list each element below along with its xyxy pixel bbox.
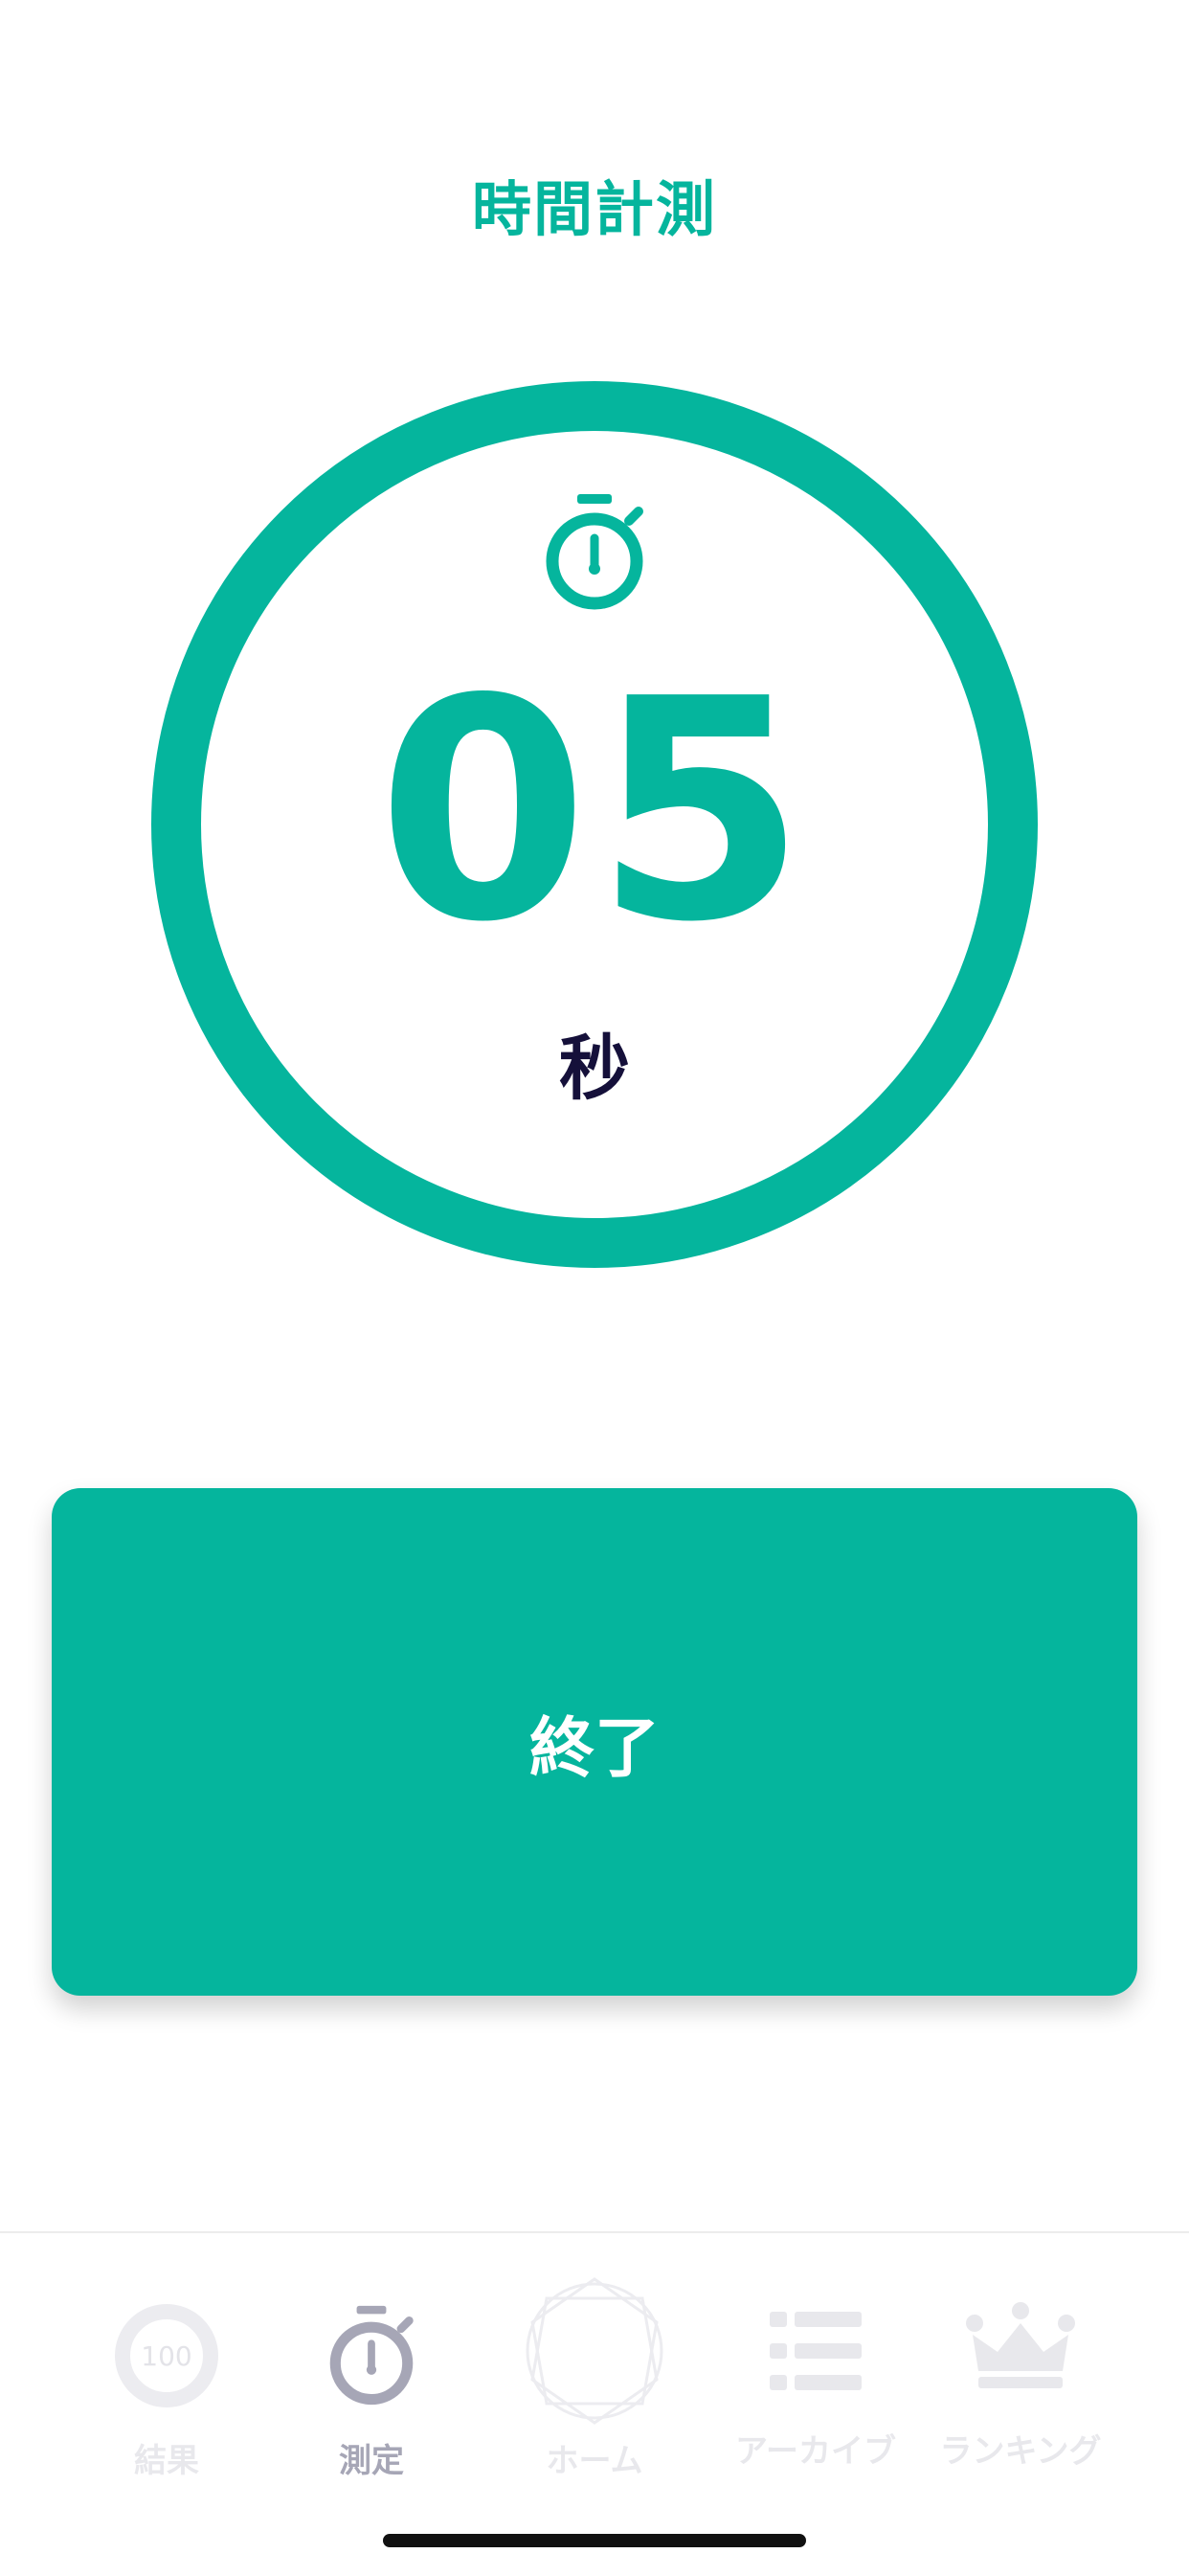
timer-unit-label: 秒: [559, 1028, 630, 1110]
tab-label-archive: アーカイブ: [735, 2432, 896, 2471]
page-title: 時間計測: [471, 174, 717, 244]
bottom-tab-bar: 100 結果 測定 ホーム アーカイブ ランキング: [0, 2231, 1189, 2576]
tab-label-ranking: ランキング: [939, 2432, 1102, 2471]
tab-measure[interactable]: 測定: [266, 2233, 477, 2520]
tab-results[interactable]: 100 結果: [61, 2233, 272, 2520]
stopwatch-icon: [546, 494, 643, 610]
tab-label-home: ホーム: [546, 2442, 643, 2480]
score-ring-icon: 100: [115, 2304, 218, 2407]
stopwatch-icon: [329, 2305, 414, 2406]
score-ring-text: 100: [141, 2340, 191, 2372]
tab-archive[interactable]: アーカイブ: [710, 2233, 921, 2520]
tab-label-measure: 測定: [339, 2442, 404, 2480]
end-button[interactable]: 終了: [52, 1488, 1137, 1996]
home-indicator: [383, 2534, 806, 2547]
list-icon: [770, 2312, 862, 2390]
timer-value: 05: [376, 634, 813, 988]
tab-label-results: 結果: [134, 2442, 199, 2480]
tab-home[interactable]: ホーム: [489, 2233, 700, 2520]
tab-ranking[interactable]: ランキング: [915, 2233, 1126, 2520]
home-emblem-icon: [526, 2277, 663, 2425]
crown-icon: [966, 2302, 1075, 2388]
